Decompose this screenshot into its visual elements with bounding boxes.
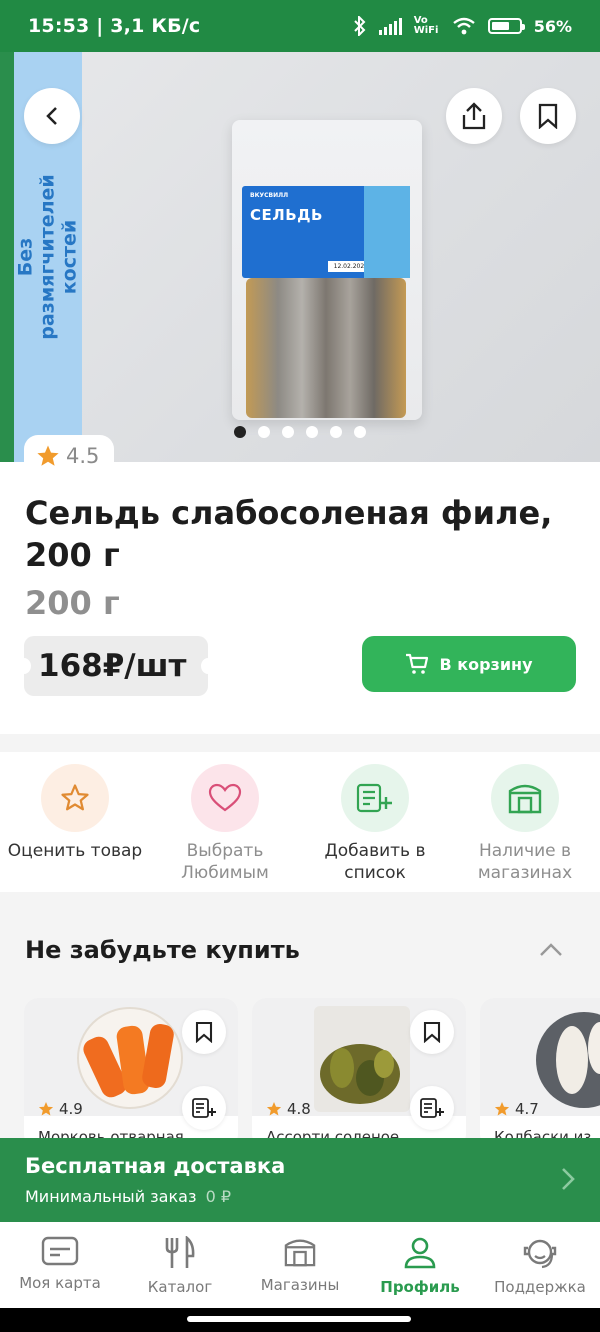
delivery-title: Бесплатная доставка bbox=[25, 1154, 286, 1178]
system-navigation-bar bbox=[0, 1308, 600, 1332]
bookmark-icon bbox=[195, 1021, 213, 1043]
product-title: Сельдь слабосоленая филе, 200 г bbox=[25, 494, 553, 574]
product-thumbnail bbox=[480, 998, 600, 1116]
add-to-list-button[interactable] bbox=[410, 1086, 454, 1130]
nav-profile[interactable]: Профиль bbox=[360, 1222, 480, 1308]
support-icon bbox=[523, 1239, 557, 1269]
add-to-list-icon bbox=[420, 1098, 444, 1118]
store-availability-button[interactable]: Наличие в магазинах bbox=[450, 752, 600, 892]
star-icon bbox=[266, 1102, 282, 1116]
store-icon bbox=[284, 1239, 316, 1267]
add-to-list-icon bbox=[341, 764, 409, 832]
delivery-min-order: Минимальный заказ 0 ₽ bbox=[25, 1187, 232, 1206]
volte-label: Vo WiFi bbox=[413, 15, 439, 36]
battery-icon bbox=[487, 18, 525, 34]
cart-icon bbox=[406, 653, 429, 674]
product-name: Ассорти соленое bbox=[266, 1128, 400, 1138]
store-icon bbox=[491, 764, 559, 832]
price-tag: 168₽/шт bbox=[17, 636, 215, 696]
gallery-dot[interactable] bbox=[282, 426, 294, 438]
profile-icon bbox=[404, 1237, 436, 1269]
status-time: 15:53 | 3,1 КБ/с bbox=[28, 15, 201, 37]
recommended-product[interactable]: 4.9 Морковь отварная bbox=[24, 998, 238, 1138]
home-indicator[interactable] bbox=[187, 1316, 411, 1322]
action-row: Оценить товар Выбрать Любимым Добавить в… bbox=[0, 752, 600, 892]
pack-fillets bbox=[246, 278, 406, 418]
star-icon bbox=[38, 1102, 54, 1116]
bookmark-button[interactable] bbox=[182, 1010, 226, 1054]
product-rating: 4.7 bbox=[494, 1100, 539, 1118]
card-icon bbox=[41, 1236, 79, 1266]
cutlery-icon bbox=[165, 1236, 195, 1268]
gallery-dot[interactable] bbox=[306, 426, 318, 438]
rate-product-button[interactable]: Оценить товар bbox=[0, 752, 150, 892]
nav-catalog[interactable]: Каталог bbox=[120, 1222, 240, 1308]
star-icon bbox=[494, 1102, 510, 1116]
bottom-navigation: Моя карта Каталог Магазины Профиль Подде… bbox=[0, 1222, 600, 1308]
star-outline-icon bbox=[41, 764, 109, 832]
pack-label: ВКУСВИЛЛ СЕЛЬДЬ 12.02.2024 bbox=[242, 186, 410, 278]
product-name: Колбаски из bbox=[494, 1128, 592, 1138]
pack-fish-panel bbox=[364, 186, 410, 278]
add-to-list-button[interactable]: Добавить в список bbox=[300, 752, 450, 892]
recommended-product[interactable]: 4.8 Ассорти соленое bbox=[252, 998, 466, 1138]
product-image: ВКУСВИЛЛ СЕЛЬДЬ 12.02.2024 bbox=[232, 120, 422, 420]
back-button[interactable] bbox=[24, 88, 80, 144]
add-to-list-icon bbox=[192, 1098, 216, 1118]
add-to-list-button[interactable] bbox=[182, 1086, 226, 1130]
nav-stores[interactable]: Магазины bbox=[240, 1222, 360, 1308]
bookmark-icon bbox=[423, 1021, 441, 1043]
signal-icon bbox=[378, 17, 402, 35]
bookmark-button[interactable] bbox=[410, 1010, 454, 1054]
add-to-cart-button[interactable]: В корзину bbox=[362, 636, 576, 692]
recommendations-section: Не забудьте купить 4.9 Морковь отварная bbox=[0, 894, 600, 1138]
rating-badge: 4.5 bbox=[24, 435, 114, 477]
wifi-icon bbox=[452, 17, 475, 35]
chevron-right-icon bbox=[562, 1168, 575, 1190]
bookmark-button[interactable] bbox=[520, 88, 576, 144]
bookmark-icon bbox=[538, 103, 558, 129]
nav-my-card[interactable]: Моя карта bbox=[0, 1222, 120, 1308]
product-gallery[interactable]: Без размягчителей костей ВКУСВИЛЛ СЕЛЬДЬ… bbox=[0, 52, 600, 462]
product-name: Морковь отварная bbox=[38, 1128, 184, 1138]
chevron-up-icon[interactable] bbox=[538, 940, 564, 960]
gallery-dot[interactable] bbox=[354, 426, 366, 438]
gallery-dot[interactable] bbox=[234, 426, 246, 438]
gallery-dot[interactable] bbox=[258, 426, 270, 438]
share-icon bbox=[462, 102, 486, 130]
favorite-button[interactable]: Выбрать Любимым bbox=[150, 752, 300, 892]
free-delivery-banner[interactable]: Бесплатная доставка Минимальный заказ 0 … bbox=[0, 1138, 600, 1222]
product-rating: 4.8 bbox=[266, 1100, 311, 1118]
product-weight: 200 г bbox=[25, 584, 120, 622]
recommended-product[interactable]: 4.7 Колбаски из bbox=[480, 998, 600, 1138]
bluetooth-icon bbox=[353, 16, 366, 36]
gallery-edge bbox=[0, 52, 14, 462]
heart-icon bbox=[191, 764, 259, 832]
status-bar: 15:53 | 3,1 КБ/с Vo WiFi 56% bbox=[0, 0, 600, 52]
share-button[interactable] bbox=[446, 88, 502, 144]
chevron-left-icon bbox=[46, 107, 57, 125]
recommendations-title: Не забудьте купить bbox=[25, 936, 300, 964]
product-card: Сельдь слабосоленая филе, 200 г 200 г 16… bbox=[0, 462, 600, 734]
sausages-image bbox=[536, 1012, 600, 1108]
nav-support[interactable]: Поддержка bbox=[480, 1222, 600, 1308]
product-rating: 4.9 bbox=[38, 1100, 83, 1118]
status-icons: Vo WiFi 56% bbox=[353, 16, 572, 36]
battery-percent: 56% bbox=[533, 16, 572, 36]
gallery-dot[interactable] bbox=[330, 426, 342, 438]
star-icon bbox=[37, 445, 59, 466]
